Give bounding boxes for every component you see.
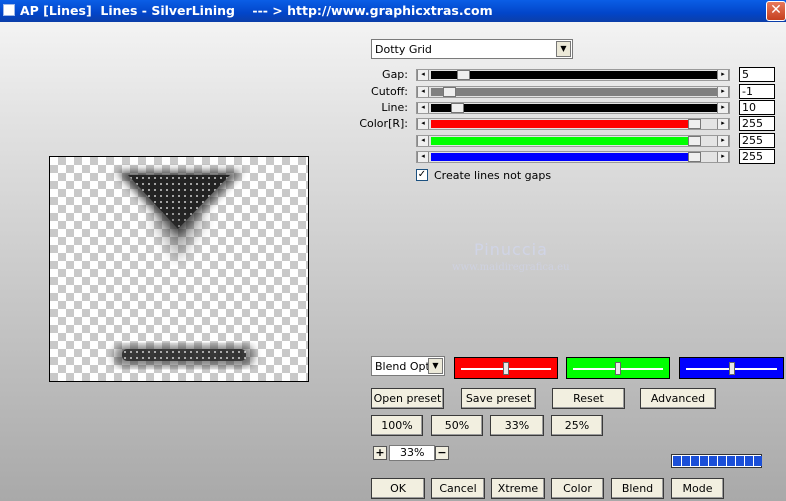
slider-thumb[interactable]	[503, 362, 509, 375]
scroll-right-icon[interactable]: ▸	[717, 119, 729, 129]
slider-fill	[431, 120, 691, 128]
preview-image	[114, 171, 254, 367]
progress-bar	[671, 454, 762, 468]
slider-thumb[interactable]	[688, 152, 702, 162]
slider-fill	[431, 104, 719, 112]
checkmark-icon: ✓	[417, 169, 427, 180]
scroll-left-icon[interactable]: ◂	[417, 87, 429, 97]
slider-label-color-red: Color[R]:	[359, 117, 408, 130]
scroll-right-icon[interactable]: ▸	[717, 152, 729, 162]
create-lines-label: Create lines not gaps	[434, 169, 552, 182]
progress-segment	[691, 456, 699, 466]
progress-segment	[736, 456, 744, 466]
ok-button[interactable]: OK	[371, 478, 425, 499]
slider-thumb[interactable]	[729, 362, 735, 375]
save-preset-button[interactable]: Save preset	[461, 388, 536, 409]
slider-color-green[interactable]: ◂ ▸	[416, 135, 730, 147]
zoom-level-field[interactable]: 33%	[389, 445, 435, 461]
reset-button[interactable]: Reset	[552, 388, 625, 409]
app-icon	[3, 4, 15, 16]
cancel-button[interactable]: Cancel	[431, 478, 485, 499]
zoom-33-button[interactable]: 33%	[490, 415, 544, 436]
blend-red-slider[interactable]	[454, 357, 558, 379]
chevron-down-icon[interactable]: ▼	[428, 358, 443, 374]
title-bar: AP [Lines] Lines - SilverLining --- > ht…	[0, 0, 786, 22]
zoom-100-button[interactable]: 100%	[371, 415, 423, 436]
preset-dropdown[interactable]: Dotty Grid ▼	[371, 39, 573, 59]
progress-segment	[700, 456, 708, 466]
slider-color-red[interactable]: ◂ ▸	[416, 118, 730, 130]
watermark-url: www.maidiregrafica.eu	[452, 262, 570, 273]
chevron-down-icon[interactable]: ▼	[556, 41, 571, 57]
zoom-in-button[interactable]: +	[373, 446, 387, 460]
blend-green-slider[interactable]	[566, 357, 670, 379]
slider-color-blue[interactable]: ◂ ▸	[416, 151, 730, 163]
advanced-button[interactable]: Advanced	[640, 388, 716, 409]
slider-thumb[interactable]	[443, 87, 456, 97]
progress-segment	[754, 456, 762, 466]
slider-value-color-blue[interactable]: 255	[739, 149, 775, 164]
scroll-left-icon[interactable]: ◂	[417, 103, 429, 113]
slider-thumb[interactable]	[688, 136, 702, 146]
blend-button[interactable]: Blend	[611, 478, 664, 499]
scroll-left-icon[interactable]: ◂	[417, 152, 429, 162]
preset-dropdown-value: Dotty Grid	[375, 43, 432, 56]
slider-value-color-green[interactable]: 255	[739, 133, 775, 148]
watermark-name: Pinuccia	[474, 240, 548, 259]
progress-segment	[673, 456, 681, 466]
progress-segment	[709, 456, 717, 466]
slider-value-cutoff[interactable]: -1	[739, 84, 775, 99]
zoom-25-button[interactable]: 25%	[551, 415, 603, 436]
scroll-right-icon[interactable]: ▸	[717, 136, 729, 146]
slider-thumb[interactable]	[615, 362, 621, 375]
slider-line[interactable]: ◂ ▸	[416, 102, 730, 114]
slider-value-line[interactable]: 10	[739, 100, 775, 115]
progress-segment	[727, 456, 735, 466]
close-icon[interactable]: ✕	[766, 1, 786, 21]
scroll-left-icon[interactable]: ◂	[417, 136, 429, 146]
zoom-50-button[interactable]: 50%	[431, 415, 483, 436]
slider-thumb[interactable]	[457, 70, 470, 80]
zoom-out-button[interactable]: −	[435, 446, 449, 460]
slider-fill	[431, 153, 691, 161]
scroll-right-icon[interactable]: ▸	[717, 70, 729, 80]
create-lines-checkbox[interactable]: ✓	[416, 169, 428, 181]
slider-value-gap[interactable]: 5	[739, 67, 775, 82]
slider-label-line: Line:	[381, 101, 408, 114]
progress-segment	[745, 456, 753, 466]
scroll-right-icon[interactable]: ▸	[717, 103, 729, 113]
window-title: AP [Lines] Lines - SilverLining --- > ht…	[20, 3, 493, 18]
slider-value-color-red[interactable]: 255	[739, 116, 775, 131]
slider-fill	[431, 137, 691, 145]
slider-thumb[interactable]	[451, 103, 464, 113]
slider-fill	[431, 71, 719, 79]
mode-button[interactable]: Mode	[671, 478, 724, 499]
color-button[interactable]: Color	[551, 478, 604, 499]
blend-options-dropdown[interactable]: Blend Optio ▼	[371, 356, 445, 376]
open-preset-button[interactable]: Open preset	[371, 388, 444, 409]
preview-canvas	[49, 156, 309, 382]
scroll-left-icon[interactable]: ◂	[417, 119, 429, 129]
xtreme-button[interactable]: Xtreme	[491, 478, 545, 499]
slider-cutoff[interactable]: ◂ ▸	[416, 86, 730, 98]
scroll-right-icon[interactable]: ▸	[717, 87, 729, 97]
scroll-left-icon[interactable]: ◂	[417, 70, 429, 80]
slider-label-cutoff: Cutoff:	[371, 85, 408, 98]
slider-thumb[interactable]	[688, 119, 702, 129]
slider-gap[interactable]: ◂ ▸	[416, 69, 730, 81]
blend-blue-slider[interactable]	[679, 357, 784, 379]
slider-label-gap: Gap:	[382, 68, 408, 81]
progress-segment	[682, 456, 690, 466]
slider-fill	[431, 88, 719, 96]
progress-segment	[718, 456, 726, 466]
